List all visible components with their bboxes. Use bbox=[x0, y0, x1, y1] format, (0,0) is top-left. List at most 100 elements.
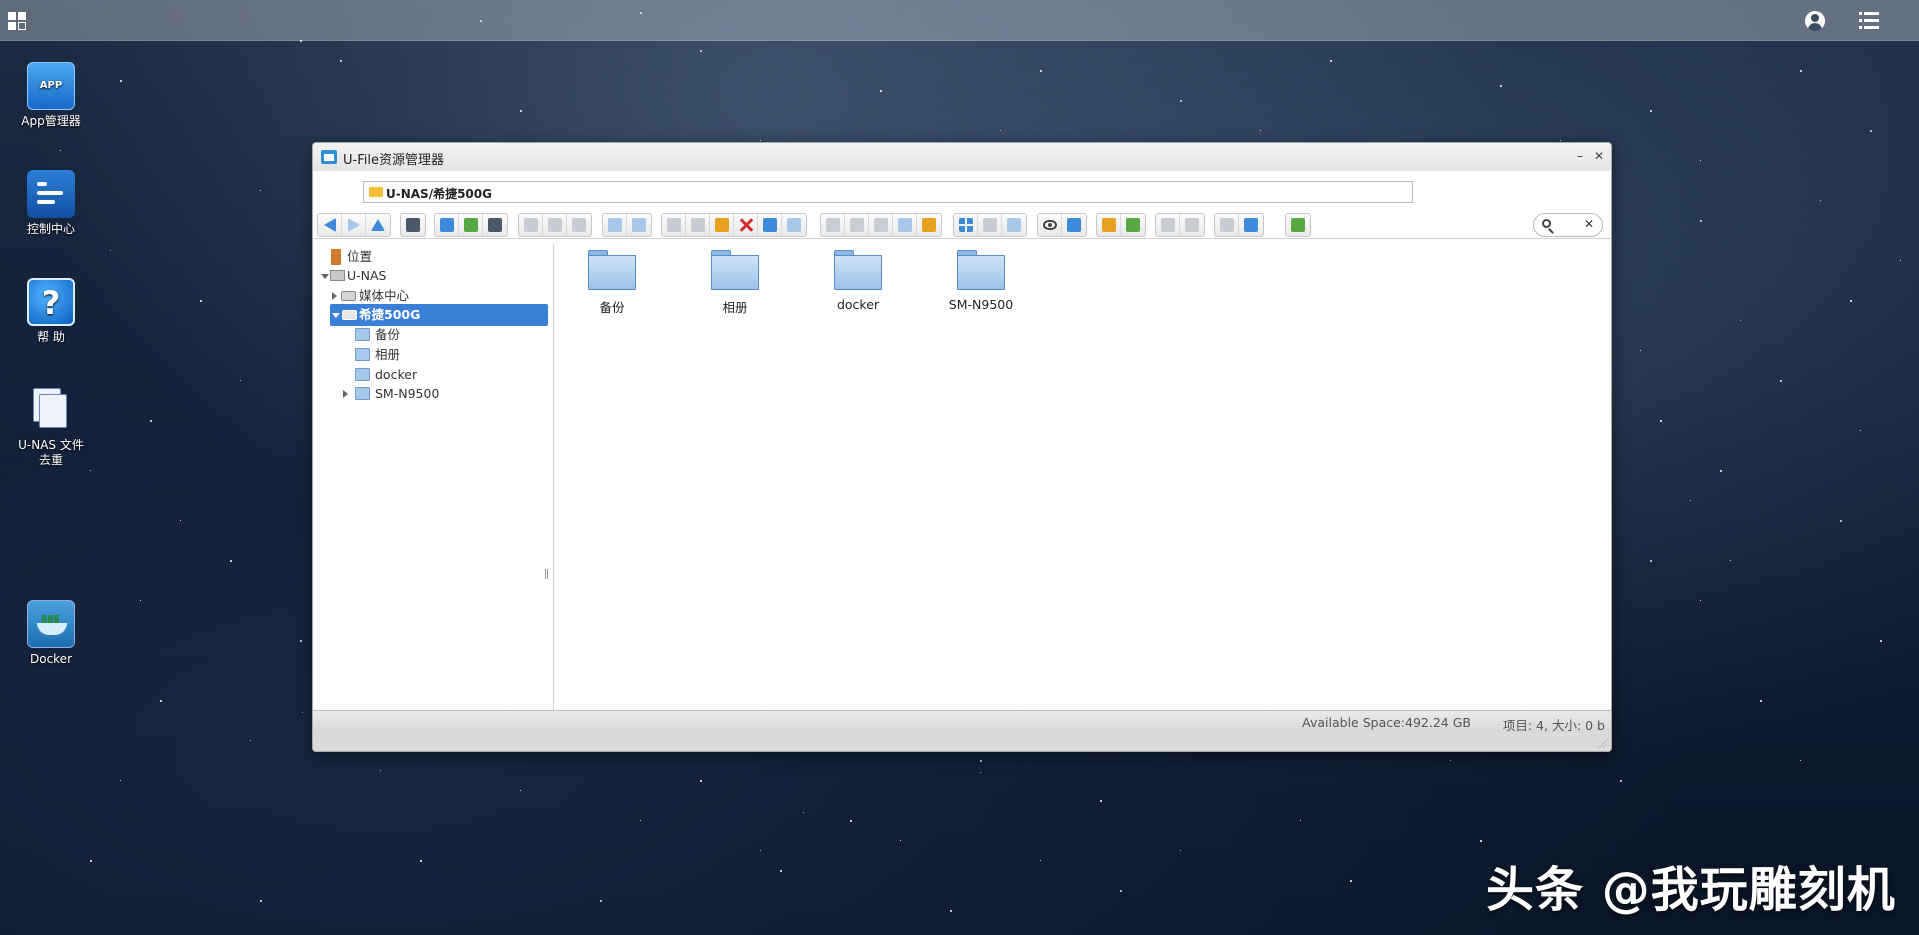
file-group bbox=[434, 213, 508, 237]
folder-icon bbox=[957, 250, 1005, 290]
file-item[interactable]: docker bbox=[808, 250, 908, 312]
search-input[interactable]: ✕ bbox=[1533, 213, 1603, 237]
settings-button[interactable] bbox=[1215, 214, 1239, 236]
small-icon-view-button[interactable] bbox=[978, 214, 1002, 236]
forward-button[interactable] bbox=[342, 214, 366, 236]
sort-icon bbox=[1161, 218, 1175, 232]
preview-button[interactable] bbox=[1038, 214, 1062, 236]
apps-grid-icon[interactable] bbox=[8, 12, 28, 32]
minimize-button[interactable]: – bbox=[1573, 149, 1587, 163]
redo-button[interactable] bbox=[627, 214, 651, 236]
tree-item-label: U-NAS bbox=[347, 268, 387, 283]
file-name: SM-N9500 bbox=[948, 297, 1014, 312]
save-icon bbox=[488, 218, 502, 232]
tree-item-label: 相册 bbox=[375, 347, 401, 362]
expanded-arrow-icon[interactable] bbox=[321, 274, 329, 279]
sort-group bbox=[1155, 213, 1205, 237]
edit-file-button[interactable] bbox=[869, 214, 893, 236]
address-path: U-NAS/希捷500G bbox=[386, 187, 492, 201]
network-drive-button[interactable] bbox=[401, 214, 425, 236]
up-arrow-icon bbox=[371, 219, 385, 231]
delete-button[interactable] bbox=[734, 214, 758, 236]
collapsed-arrow-icon[interactable] bbox=[343, 390, 348, 398]
copy-button[interactable] bbox=[662, 214, 686, 236]
tree-item-seagate-500g[interactable]: 希捷500G bbox=[330, 304, 548, 326]
rename-button[interactable] bbox=[758, 214, 782, 236]
drive-icon bbox=[341, 291, 356, 301]
list-view-button[interactable] bbox=[1002, 214, 1026, 236]
desktop-icon-app-manager[interactable]: App管理器 bbox=[6, 62, 96, 129]
properties-icon bbox=[1185, 218, 1199, 232]
tree-item-label: 备份 bbox=[375, 327, 401, 342]
close-button[interactable]: ✕ bbox=[1592, 149, 1606, 163]
desktop-icon-label: U-NAS 文件去重 bbox=[18, 438, 84, 467]
tools-group bbox=[820, 213, 942, 237]
rename-icon bbox=[763, 218, 777, 232]
extract-button[interactable] bbox=[821, 214, 845, 236]
computer-icon bbox=[330, 270, 345, 281]
share-button[interactable] bbox=[893, 214, 917, 236]
info-group bbox=[1037, 213, 1087, 237]
download-button[interactable] bbox=[435, 214, 459, 236]
select-button[interactable] bbox=[567, 214, 591, 236]
folder-icon bbox=[355, 368, 370, 381]
up-button[interactable] bbox=[366, 214, 390, 236]
user-account-icon[interactable] bbox=[1805, 11, 1825, 31]
file-item[interactable]: SM-N9500 bbox=[931, 250, 1031, 312]
tree-item-label: 希捷500G bbox=[359, 307, 421, 322]
file-list-pane: 备份 相册 docker SM-N9500 bbox=[555, 244, 1611, 710]
desktop-icon-docker[interactable]: Docker bbox=[6, 600, 96, 667]
undo-button[interactable] bbox=[603, 214, 627, 236]
expanded-arrow-icon[interactable] bbox=[332, 313, 340, 318]
archive-button[interactable] bbox=[543, 214, 567, 236]
desktop-icon-help[interactable]: 帮 助 bbox=[6, 278, 96, 345]
toolbar bbox=[313, 211, 1611, 239]
compress-button[interactable] bbox=[845, 214, 869, 236]
desktop-icon-file-dedup[interactable]: U-NAS 文件去重 bbox=[6, 386, 96, 468]
collapsed-arrow-icon[interactable] bbox=[332, 292, 337, 300]
menu-list-icon[interactable] bbox=[1859, 12, 1881, 30]
info-button[interactable] bbox=[1062, 214, 1086, 236]
folder-icon bbox=[355, 348, 370, 361]
new-file-button[interactable] bbox=[459, 214, 483, 236]
duplicate-button[interactable] bbox=[782, 214, 806, 236]
save-button[interactable] bbox=[483, 214, 507, 236]
export-button[interactable] bbox=[1097, 214, 1121, 236]
clear-icon[interactable]: ✕ bbox=[1584, 217, 1594, 231]
cut-icon bbox=[691, 218, 705, 232]
undo-icon bbox=[608, 218, 622, 232]
exit-button[interactable] bbox=[1286, 214, 1310, 236]
back-button[interactable] bbox=[318, 214, 342, 236]
file-item[interactable]: 备份 bbox=[562, 250, 662, 316]
window-titlebar[interactable]: U-File资源管理器 – ✕ bbox=[313, 143, 1611, 171]
tree-item-label: SM-N9500 bbox=[375, 386, 440, 401]
icon-view-button[interactable] bbox=[954, 214, 978, 236]
desktop-icon-control-center[interactable]: 控制中心 bbox=[6, 170, 96, 237]
folder-tree: 位置 U-NAS 媒体中心 希捷500G 备份 相册 docker SM-N95… bbox=[313, 244, 554, 710]
status-bar: Available Space:492.24 GB 项目: 4, 大小: 0 b bbox=[313, 710, 1611, 733]
export-icon bbox=[1102, 218, 1116, 232]
resize-grip-icon[interactable] bbox=[1597, 738, 1607, 748]
pane-splitter-handle[interactable] bbox=[545, 569, 548, 579]
window-bottom-strip bbox=[313, 732, 1611, 751]
help-button[interactable] bbox=[1239, 214, 1263, 236]
network-drive-icon bbox=[406, 218, 420, 232]
search-icon bbox=[1542, 219, 1551, 228]
sort-button[interactable] bbox=[1156, 214, 1180, 236]
properties-button[interactable] bbox=[1180, 214, 1204, 236]
control-center-icon bbox=[27, 170, 75, 218]
import-button[interactable] bbox=[1121, 214, 1145, 236]
tree-item-backup[interactable]: 备份 bbox=[355, 324, 535, 346]
tree-item-sm-n9500[interactable]: SM-N9500 bbox=[343, 383, 533, 405]
paste-button[interactable] bbox=[710, 214, 734, 236]
cut-button[interactable] bbox=[686, 214, 710, 236]
file-item[interactable]: 相册 bbox=[685, 250, 785, 316]
file-name: 备份 bbox=[599, 300, 625, 315]
copy-path-button[interactable] bbox=[519, 214, 543, 236]
tree-item-album[interactable]: 相册 bbox=[355, 344, 535, 366]
address-bar[interactable]: U-NAS/希捷500G bbox=[363, 181, 1413, 203]
tools-button[interactable] bbox=[917, 214, 941, 236]
extract-icon bbox=[826, 218, 840, 232]
tree-item-unas[interactable]: U-NAS bbox=[319, 265, 539, 287]
file-name: docker bbox=[836, 297, 880, 312]
